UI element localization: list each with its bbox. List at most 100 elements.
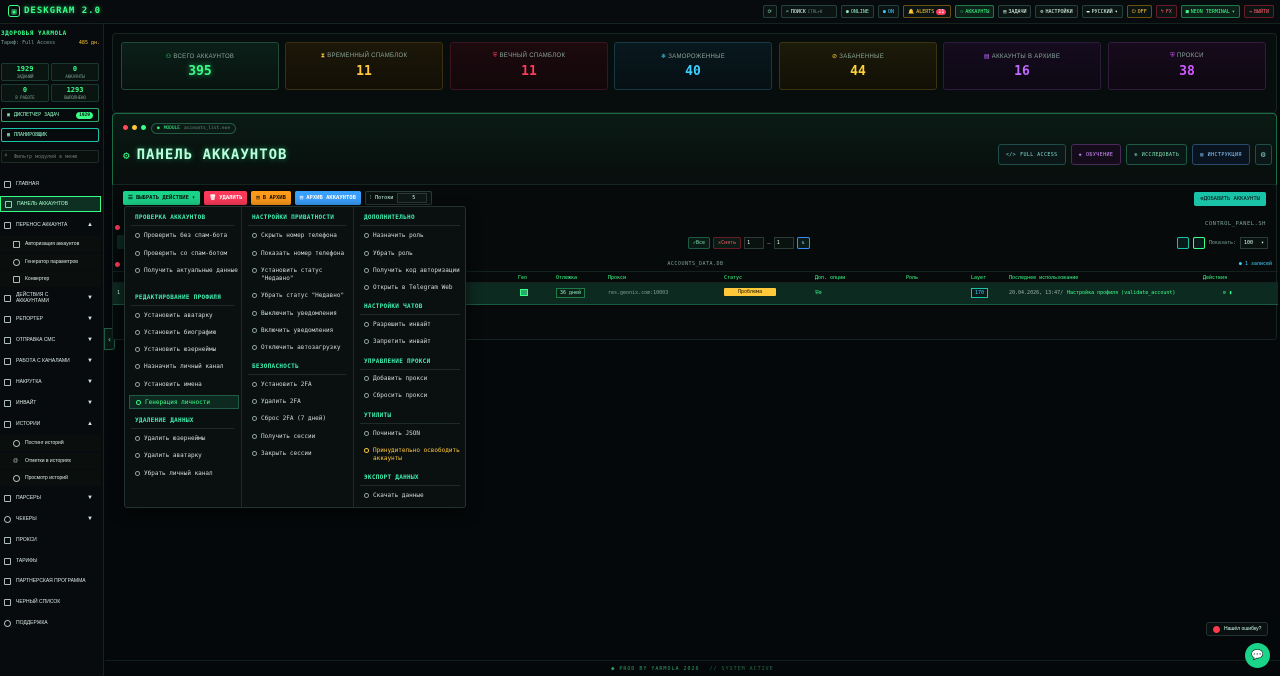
threads-input[interactable] [397, 193, 428, 203]
menu-item[interactable]: Назначить личный канал [135, 363, 239, 371]
menu-item[interactable]: Убрать личный канал [135, 470, 239, 478]
menu-item[interactable]: Открыть в Telegram Web [364, 284, 465, 292]
nav-story-mentions[interactable]: @ Отметки в историях [0, 453, 101, 469]
tutorial-button[interactable]: ◈ ОБУЧЕНИЕ [1070, 144, 1122, 165]
menu-item[interactable]: Включить уведомления [252, 327, 351, 335]
menu-item[interactable]: Отключить автозагрузку [252, 344, 351, 352]
menu-item[interactable]: Починить JSON [364, 430, 465, 438]
col-layer[interactable]: Layer [971, 275, 986, 281]
menu-item-highlighted[interactable]: Генерация личности [129, 395, 239, 409]
instruction-button[interactable]: ▥ ИНСТРУКЦИЯ [1192, 144, 1250, 165]
menu-item[interactable]: Установить имена [135, 381, 239, 389]
menu-item[interactable]: Показать номер телефона [252, 250, 351, 258]
menu-item[interactable]: Убрать роль [364, 250, 465, 258]
add-accounts-button[interactable]: ⊕ ДОБАВИТЬ АККАУНТЫ [1194, 192, 1266, 206]
nav-account-transfer[interactable]: ПЕРЕНОС АККАУНТА ▲ [0, 217, 101, 233]
menu-item[interactable]: Удалить юзернеймы [135, 435, 239, 443]
scheduler-button[interactable]: ▦ ПЛАНИРОВЩИК [1, 128, 99, 142]
menu-item[interactable]: Установить юзернеймы [135, 346, 239, 354]
menu-item[interactable]: Разрешить инвайт [364, 321, 465, 329]
menu-item[interactable]: Скачать данные [364, 492, 465, 500]
nav-parsers[interactable]: ПАРСЕРЫ ▼ [0, 490, 101, 506]
nav-invite[interactable]: ИНВАЙТ ▼ [0, 395, 101, 411]
delete-button[interactable]: 🗑 УДАЛИТЬ [204, 191, 248, 205]
accounts-button[interactable]: ⚇ АККАУНТЫ [955, 5, 995, 18]
col-age[interactable]: Отлежка [556, 275, 577, 281]
card-total-accounts[interactable]: ⚇ ВСЕГО АККАУНТОВ 395 [121, 42, 279, 90]
menu-item[interactable]: Убрать статус "Недавно" [252, 292, 351, 300]
menu-item[interactable]: Получить актуальные данные [135, 267, 239, 275]
card-archived[interactable]: ▤ АККАУНТЫ В АРХИВЕ 16 [943, 42, 1101, 90]
menu-item[interactable]: Удалить 2FA [252, 398, 351, 406]
archive-button[interactable]: ▤ В АРХИВ [251, 191, 291, 205]
col-actions[interactable]: Действия [1203, 275, 1227, 281]
archive-accounts-button[interactable]: ▤ АРХИВ АККАУНТОВ [294, 191, 361, 205]
card-proxies[interactable]: ⛨ ПРОКСИ 38 [1108, 42, 1266, 90]
menu-item[interactable]: Проверить со спам-ботом [135, 250, 239, 258]
col-options[interactable]: Доп. опции [815, 275, 845, 281]
nav-reporter[interactable]: РЕПОРТЕР ▼ [0, 311, 101, 327]
col-last-used[interactable]: Последнее использование [1009, 275, 1078, 281]
nav-converter[interactable]: Конвертер [0, 271, 101, 287]
select-action-button[interactable]: ☰ ВЫБРАТЬ ДЕЙСТВИЕ ▾ [123, 191, 201, 205]
menu-item[interactable]: Проверить без спам-бота [135, 232, 239, 240]
nav-proxy[interactable]: ПРОКСИ [0, 532, 101, 548]
panel-settings-button[interactable]: ⚙ [1254, 144, 1272, 165]
menu-item[interactable]: Выключить уведомления [252, 310, 351, 318]
alerts-button[interactable]: 🔔 ALERTS 11 [902, 5, 952, 18]
page-size-select[interactable]: 100 ▾ [1240, 237, 1268, 249]
nav-home[interactable]: ГЛАВНАЯ [0, 176, 101, 192]
menu-item[interactable]: Скрыть номер телефона [252, 232, 351, 240]
task-dispatcher-button[interactable]: ▣ ДИСПЕТЧЕР ЗАДАЧ 1929 [1, 108, 99, 122]
nav-blacklist[interactable]: ЧЕРНЫЙ СПИСОК [0, 594, 101, 610]
menu-item[interactable]: Установить 2FA [252, 381, 351, 389]
refresh-button[interactable]: ⟳ [762, 5, 777, 18]
range-from-input[interactable] [744, 237, 765, 249]
menu-item[interactable]: Получить сессии [252, 433, 351, 441]
col-proxy[interactable]: Прокси [608, 275, 626, 281]
menu-item[interactable]: Сбросить прокси [364, 392, 465, 400]
fx-toggle[interactable]: ϟ FX [1155, 5, 1177, 18]
filter-toggle-icon[interactable] [1176, 237, 1189, 249]
nav-checkers[interactable]: ЧЕКЕРЫ ▼ [0, 511, 101, 527]
range-to-input[interactable] [773, 237, 794, 249]
nav-account-actions[interactable]: ДЕЙСТВИЯ С АККАУНТАМИ ▼ [0, 290, 101, 306]
nav-tariffs[interactable]: ТАРИФЫ [0, 553, 101, 569]
menu-item[interactable]: Запретить инвайт [364, 338, 465, 346]
menu-item[interactable]: Установить аватарку [135, 312, 239, 320]
col-status[interactable]: Статус [724, 275, 742, 281]
logout-button[interactable]: ⇥ ВЫЙТИ [1243, 5, 1274, 18]
menu-item[interactable]: Получить код авторизации [364, 267, 465, 275]
report-bug-button[interactable]: Нашёл ошибку? [1206, 622, 1269, 636]
nav-stories[interactable]: ИСТОРИИ ▲ [0, 416, 101, 432]
menu-item[interactable]: Добавить прокси [364, 375, 465, 383]
nav-account-auth[interactable]: Авторизация аккаунтов [0, 236, 101, 252]
menu-item[interactable]: Установить статус "Недавно" [252, 267, 351, 283]
nav-partners[interactable]: ПАРТНЕРСКАЯ ПРОГРАММА [0, 573, 101, 589]
grid-toggle-icon[interactable] [1192, 237, 1205, 249]
nav-story-views[interactable]: Просмотр историй [0, 470, 101, 486]
nav-boost[interactable]: НАКРУТКА ▼ [0, 374, 101, 390]
app-logo[interactable]: ▣ DESKGRAM 2.0 [8, 5, 101, 17]
menu-item[interactable]: Удалить аватарку [135, 452, 239, 460]
menu-item[interactable]: Закрыть сессии [252, 450, 351, 458]
on-toggle[interactable]: ● ON [877, 5, 899, 18]
full-access-button[interactable]: </> FULL ACCESS [997, 144, 1066, 165]
theme-select[interactable]: ■ NEON TERMINAL ▾ [1180, 5, 1240, 18]
col-geo[interactable]: Гео [518, 275, 527, 281]
off-toggle[interactable]: ⏻ OFF [1126, 5, 1152, 18]
search-button[interactable]: ⌕ ПОИСК CTRL+K [780, 5, 837, 18]
apply-range-button[interactable]: ⇅ [796, 237, 810, 249]
nav-param-generator[interactable]: Генератор параметров [0, 254, 101, 270]
menu-item[interactable]: Назначить роль [364, 232, 465, 240]
menu-item[interactable]: Установить биографию [135, 329, 239, 337]
deselect-button[interactable]: ✕ Снять [713, 237, 742, 249]
nav-support[interactable]: ПОДДЕРЖКА [0, 615, 101, 631]
col-role[interactable]: Роль [906, 275, 918, 281]
chat-button[interactable]: 💬 [1245, 643, 1270, 668]
card-temp-spamblock[interactable]: ⧗ ВРЕМЕННЫЙ СПАМБЛОК 11 [285, 42, 443, 90]
explore-button[interactable]: ⊕ ИССЛЕДОВАТЬ [1126, 144, 1188, 165]
card-banned[interactable]: ⊘ ЗАБАНЕННЫЕ 44 [779, 42, 937, 90]
card-perm-spamblock[interactable]: ⛨ ВЕЧНЫЙ СПАМБЛОК 11 [450, 42, 608, 90]
nav-sms[interactable]: ОТПРАВКА СМС ▼ [0, 332, 101, 348]
